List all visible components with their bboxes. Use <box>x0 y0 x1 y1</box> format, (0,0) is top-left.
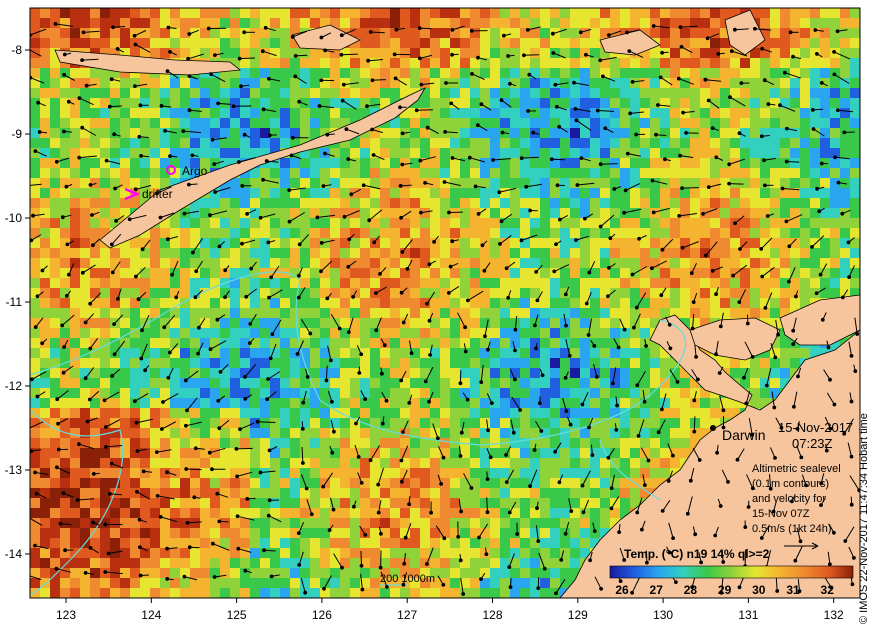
colorbar-tick-label: 26 <box>615 583 629 597</box>
colorbar-title: Temp. (°C) n19 14% ql>=2 <box>624 547 770 561</box>
x-tick-label: 125 <box>227 608 247 622</box>
map-date: 15-Nov-2017 <box>778 420 853 435</box>
x-tick-label: 126 <box>312 608 332 622</box>
colorbar-tick-label: 29 <box>718 583 732 597</box>
y-tick-label: -12 <box>5 379 23 393</box>
place-label: Darwin <box>722 427 766 443</box>
x-tick-label: 129 <box>568 608 588 622</box>
colorbar-tick-label: 27 <box>650 583 664 597</box>
map-time: 07:23Z <box>792 436 833 451</box>
y-tick-label: -10 <box>5 211 23 225</box>
sst-map: Darwin 15-Nov-2017 07:23Z Altimetric sea… <box>5 7 861 622</box>
colorbar-tick-label: 28 <box>684 583 698 597</box>
x-tick-label: 132 <box>824 608 844 622</box>
colorbar-tick-label: 32 <box>821 583 835 597</box>
y-tick-label: -13 <box>5 463 23 477</box>
x-tick-label: 131 <box>738 608 758 622</box>
y-tick-label: -8 <box>11 43 22 57</box>
colorbar-swatch <box>609 565 854 579</box>
x-axis: 123 124 125 126 127 128 129 130 131 132 <box>56 598 844 622</box>
x-tick-label: 128 <box>482 608 502 622</box>
x-tick-label: 123 <box>56 608 76 622</box>
y-axis: -8 -9 -10 -11 -12 -13 -14 <box>5 43 30 561</box>
colorbar-tick-label: 30 <box>752 583 766 597</box>
x-tick-label: 130 <box>653 608 673 622</box>
y-tick-label: -14 <box>5 547 23 561</box>
colorbar-tick-label: 31 <box>786 583 800 597</box>
y-tick-label: -11 <box>6 295 23 309</box>
x-tick-label: 124 <box>141 608 161 622</box>
credit-text: © IMOS 22-Nov-2017 11:47:34 Hobart time <box>858 413 870 624</box>
y-tick-label: -9 <box>11 127 22 141</box>
x-tick-label: 127 <box>397 608 417 622</box>
depth-contour-label: 200 1000m <box>380 573 435 585</box>
